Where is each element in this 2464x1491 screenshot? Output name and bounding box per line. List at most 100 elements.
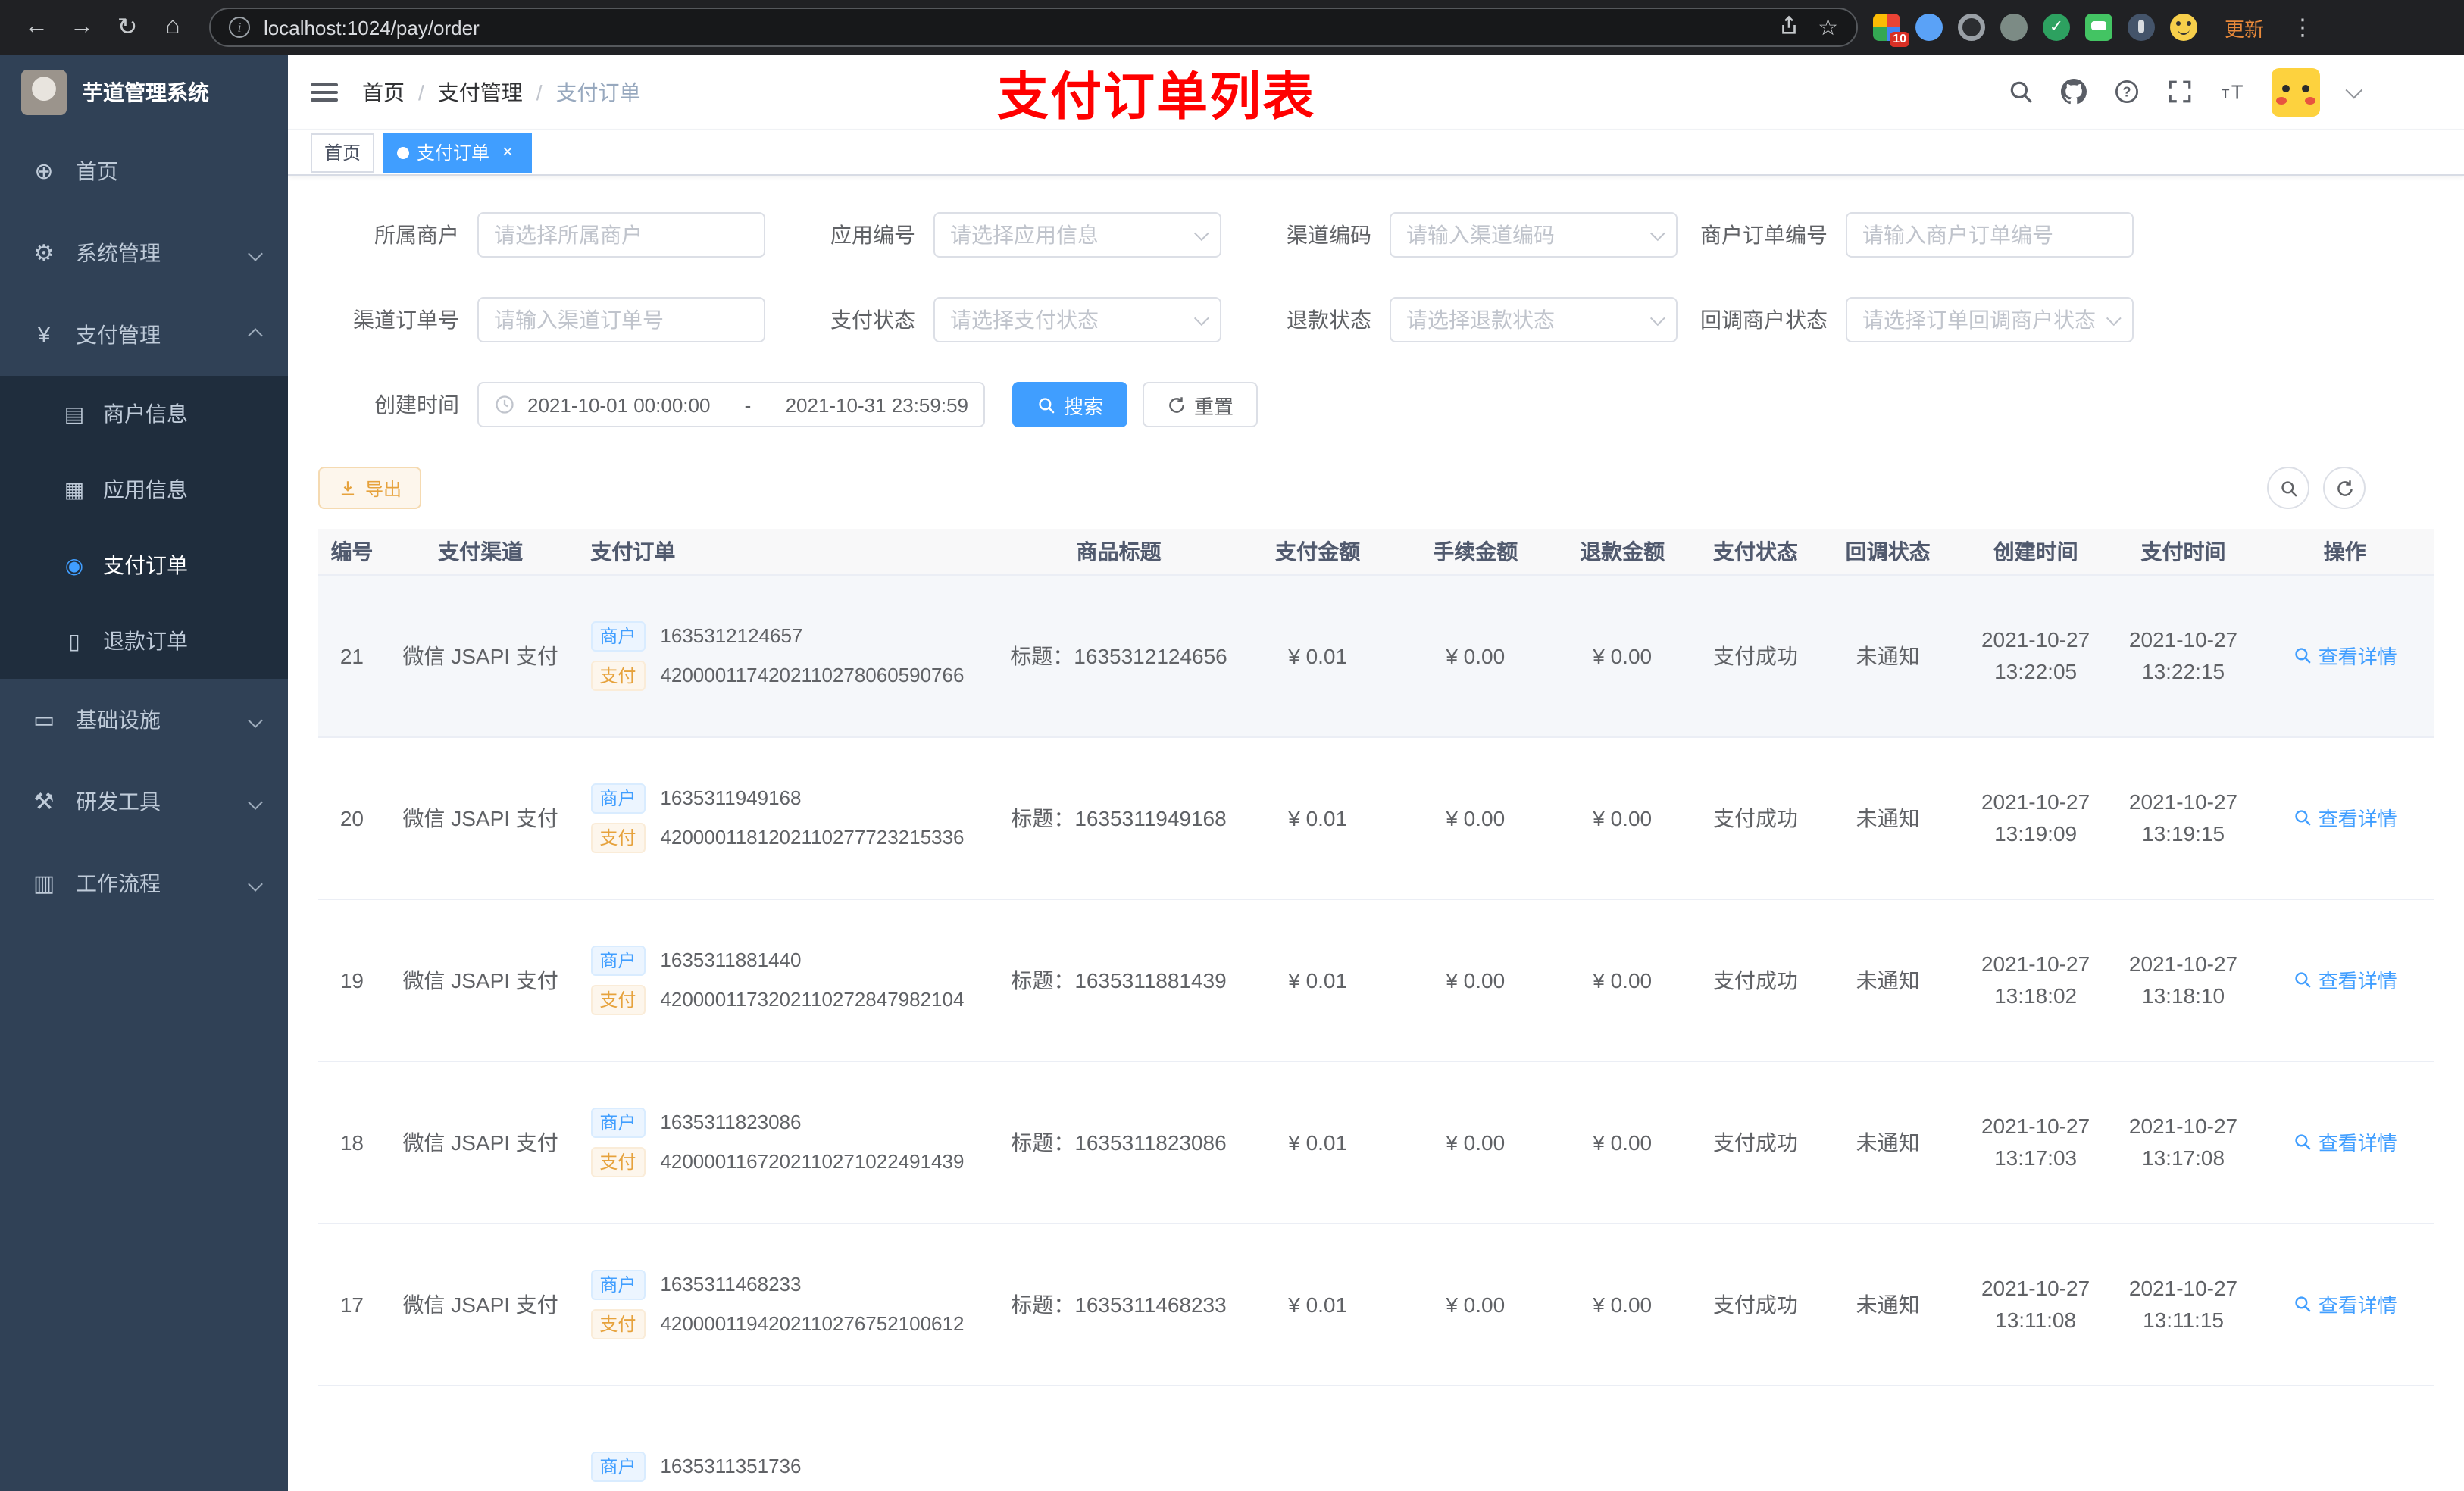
share-icon[interactable] (1777, 14, 1800, 41)
sidebar-item-refund-order[interactable]: ▯ 退款订单 (0, 603, 288, 679)
sidebar-item-workflow[interactable]: ▥ 工作流程 (0, 842, 288, 924)
channel-pay-no: 4200001174202110278060590766 (660, 664, 965, 686)
sidebar-item-home[interactable]: ⊕ 首页 (0, 130, 288, 212)
view-detail-link[interactable]: 查看详情 (2293, 641, 2397, 670)
export-button[interactable]: 导出 (318, 467, 422, 509)
merchant-input[interactable]: 请选择所属商户 (477, 212, 765, 258)
user-avatar[interactable] (2272, 67, 2320, 116)
extension-icon-chat[interactable] (2085, 14, 2112, 41)
pay-clock: 13:11:15 (2143, 1307, 2224, 1331)
filter-field-merchant-order-no: 商户订单编号 请输入商户订单编号 (1687, 212, 2134, 258)
sidebar-item-label: 首页 (76, 159, 118, 183)
placeholder-text: 请输入渠道订单号 (494, 308, 664, 332)
sidebar-item-label: 支付管理 (76, 323, 161, 347)
extension-icon-colorful[interactable]: 10 (1873, 14, 1909, 47)
browser-update-button[interactable]: 更新 (2225, 13, 2264, 42)
address-bar[interactable]: i localhost:1024/pay/order ☆ (209, 8, 1858, 47)
table-row[interactable]: 商户 1635311351736 (318, 1385, 2434, 1491)
browser-forward-icon[interactable]: → (61, 6, 103, 48)
github-icon[interactable] (2059, 78, 2087, 105)
table-row[interactable]: 21 微信 JSAPI 支付 商户 1635312124657 支付 4200001174… (318, 574, 2434, 737)
help-icon[interactable]: ? (2112, 78, 2140, 105)
hide-search-button[interactable] (2267, 467, 2309, 509)
channel-code-select[interactable]: 请输入渠道编码 (1390, 212, 1678, 258)
app-logo[interactable]: 芋道管理系统 (0, 55, 288, 130)
sidebar-item-app-info[interactable]: ▦ 应用信息 (0, 452, 288, 527)
cell-actions: 查看详情 (2256, 736, 2434, 899)
order-table: 编号 支付渠道 支付订单 商品标题 支付金额 手续金额 退款金额 支付状态 回调… (318, 529, 2434, 1491)
cell-pay-amount: ¥ 0.01 (1234, 1061, 1402, 1224)
create-time-range-input[interactable]: 2021-10-01 00:00:00 - 2021-10-31 23:59:5… (477, 382, 985, 427)
sidebar-toggle-icon[interactable] (311, 78, 338, 105)
tab-home[interactable]: 首页 (311, 133, 375, 172)
merchant-icon: ▤ (64, 401, 85, 425)
cell-refund-amount: ¥ 0.00 (1549, 899, 1696, 1061)
merchant-tag: 商户 (590, 1451, 646, 1481)
cell-create-time: 2021-10-27 13:18:02 (1960, 899, 2111, 1061)
notify-status-select[interactable]: 请选择订单回调商户状态 (1846, 297, 2134, 342)
merchant-order-no-input[interactable]: 请输入商户订单编号 (1846, 212, 2134, 258)
search-icon[interactable] (2006, 78, 2034, 105)
cell-pay-order: 商户 1635311351736 (575, 1385, 1005, 1491)
channel-pay-no: 4200001167202110271022491439 (660, 1150, 965, 1173)
search-button-label: 搜索 (1064, 395, 1104, 417)
sidebar-item-merchant-info[interactable]: ▤ 商户信息 (0, 376, 288, 452)
cell-product-title: 标题：1635311949168 (1004, 736, 1234, 899)
view-detail-link[interactable]: 查看详情 (2293, 1289, 2397, 1318)
view-detail-link[interactable]: 查看详情 (2293, 803, 2397, 832)
sidebar-item-system[interactable]: ⚙ 系统管理 (0, 212, 288, 294)
sidebar-item-pay-order[interactable]: ◉ 支付订单 (0, 527, 288, 603)
search-button[interactable]: 搜索 (1012, 382, 1128, 427)
extension-icon-blue[interactable] (1915, 14, 1943, 41)
browser-menu-icon[interactable]: ⋮ (2291, 14, 2314, 41)
font-size-icon[interactable]: TT (2219, 78, 2246, 105)
sidebar-item-payment[interactable]: ¥ 支付管理 (0, 294, 288, 376)
view-detail-label: 查看详情 (2318, 645, 2397, 668)
cell-order-id: 18 (318, 1061, 386, 1224)
tab-pay-order[interactable]: 支付订单 × (383, 133, 533, 172)
breadcrumb-home[interactable]: 首页 (362, 77, 405, 107)
channel-order-no-input[interactable]: 请输入渠道订单号 (477, 297, 765, 342)
refresh-button[interactable] (2323, 467, 2366, 509)
extension-icon-ring[interactable] (1958, 14, 1985, 41)
table-row[interactable]: 17 微信 JSAPI 支付 商户 1635311468233 支付 4200001194… (318, 1223, 2434, 1386)
app: 芋道管理系统 ⊕ 首页 ⚙ 系统管理 ¥ 支付管理 ▤ 商户信息 ▦ 应用信息 … (0, 55, 2464, 1491)
extension-icon-pin[interactable] (2128, 14, 2155, 41)
reset-button[interactable]: 重置 (1143, 382, 1259, 427)
app-no-select[interactable]: 请选择应用信息 (933, 212, 1221, 258)
fullscreen-icon[interactable] (2165, 78, 2193, 105)
browser-home-icon[interactable]: ⌂ (152, 6, 194, 48)
sidebar: 芋道管理系统 ⊕ 首页 ⚙ 系统管理 ¥ 支付管理 ▤ 商户信息 ▦ 应用信息 … (0, 55, 288, 1491)
table-row[interactable]: 18 微信 JSAPI 支付 商户 1635311823086 支付 4200001167… (318, 1061, 2434, 1224)
pay-status-select[interactable]: 请选择支付状态 (933, 297, 1221, 342)
browser-reload-icon[interactable]: ↻ (106, 6, 149, 48)
cell-pay-channel: 微信 JSAPI 支付 (385, 1061, 576, 1224)
table-row[interactable]: 19 微信 JSAPI 支付 商户 1635311881440 支付 4200001173… (318, 899, 2434, 1061)
breadcrumb-pay-manage[interactable]: 支付管理 (438, 77, 523, 107)
filter-row-2: 渠道订单号 请输入渠道订单号 支付状态 请选择支付状态 退款状态 请选择退款状态… (318, 297, 2434, 342)
table-mini-tools (2267, 467, 2366, 509)
avatar-dropdown-caret-icon[interactable] (2345, 80, 2363, 98)
extension-icon-smiley[interactable] (2170, 14, 2197, 41)
workflow-icon: ▥ (33, 871, 55, 897)
bookmark-star-icon[interactable]: ☆ (1818, 14, 1838, 41)
sidebar-item-infra[interactable]: ▭ 基础设施 (0, 679, 288, 761)
refund-status-select[interactable]: 请选择退款状态 (1390, 297, 1678, 342)
cell-pay-time: 2021-10-27 13:18:10 (2110, 899, 2256, 1061)
clock-icon (496, 395, 514, 414)
site-info-icon[interactable]: i (229, 17, 250, 38)
screen: ← → ↻ ⌂ i localhost:1024/pay/order ☆ 10 … (0, 0, 2464, 1491)
sidebar-menu: ⊕ 首页 ⚙ 系统管理 ¥ 支付管理 ▤ 商户信息 ▦ 应用信息 ◉ 支付订单 … (0, 130, 288, 1491)
filter-label: 所属商户 (374, 223, 459, 247)
browser-back-icon[interactable]: ← (15, 6, 58, 48)
cell-fee-amount: ¥ 0.00 (1402, 1061, 1549, 1224)
sidebar-item-label: 退款订单 (103, 629, 188, 653)
sidebar-item-devtool[interactable]: ⚒ 研发工具 (0, 761, 288, 842)
table-row[interactable]: 20 微信 JSAPI 支付 商户 1635311949168 支付 4200001181… (318, 736, 2434, 899)
view-detail-link[interactable]: 查看详情 (2293, 965, 2397, 994)
pay-clock: 13:18:10 (2142, 983, 2225, 1007)
extension-icon-check[interactable] (2043, 14, 2070, 41)
extension-icon-gray[interactable] (2000, 14, 2028, 41)
tab-close-icon[interactable]: × (497, 141, 518, 163)
view-detail-link[interactable]: 查看详情 (2293, 1127, 2397, 1156)
